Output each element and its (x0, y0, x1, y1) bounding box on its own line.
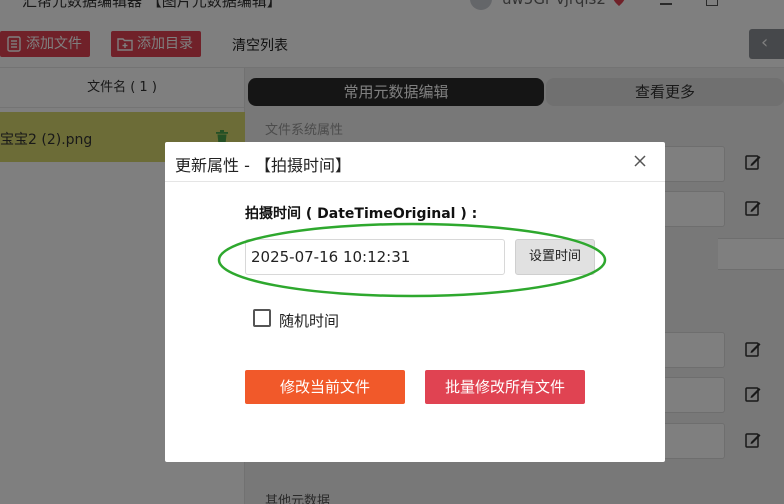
batch-modify-all-button[interactable]: 批量修改所有文件 (425, 370, 585, 404)
random-time-checkbox[interactable] (253, 309, 271, 327)
modify-current-file-button[interactable]: 修改当前文件 (245, 370, 405, 404)
datetime-original-label: 拍摄时间 ( DateTimeOriginal ) : (245, 206, 478, 222)
update-property-dialog: 更新属性 - 【拍摄时间】 拍摄时间 ( DateTimeOriginal ) … (165, 142, 665, 462)
annotation-ellipse (217, 222, 607, 298)
random-time-label[interactable]: 随机时间 (279, 310, 339, 331)
dialog-title: 更新属性 - 【拍摄时间】 (175, 156, 351, 175)
close-icon[interactable] (633, 154, 647, 168)
dialog-header: 更新属性 - 【拍摄时间】 (165, 142, 665, 182)
